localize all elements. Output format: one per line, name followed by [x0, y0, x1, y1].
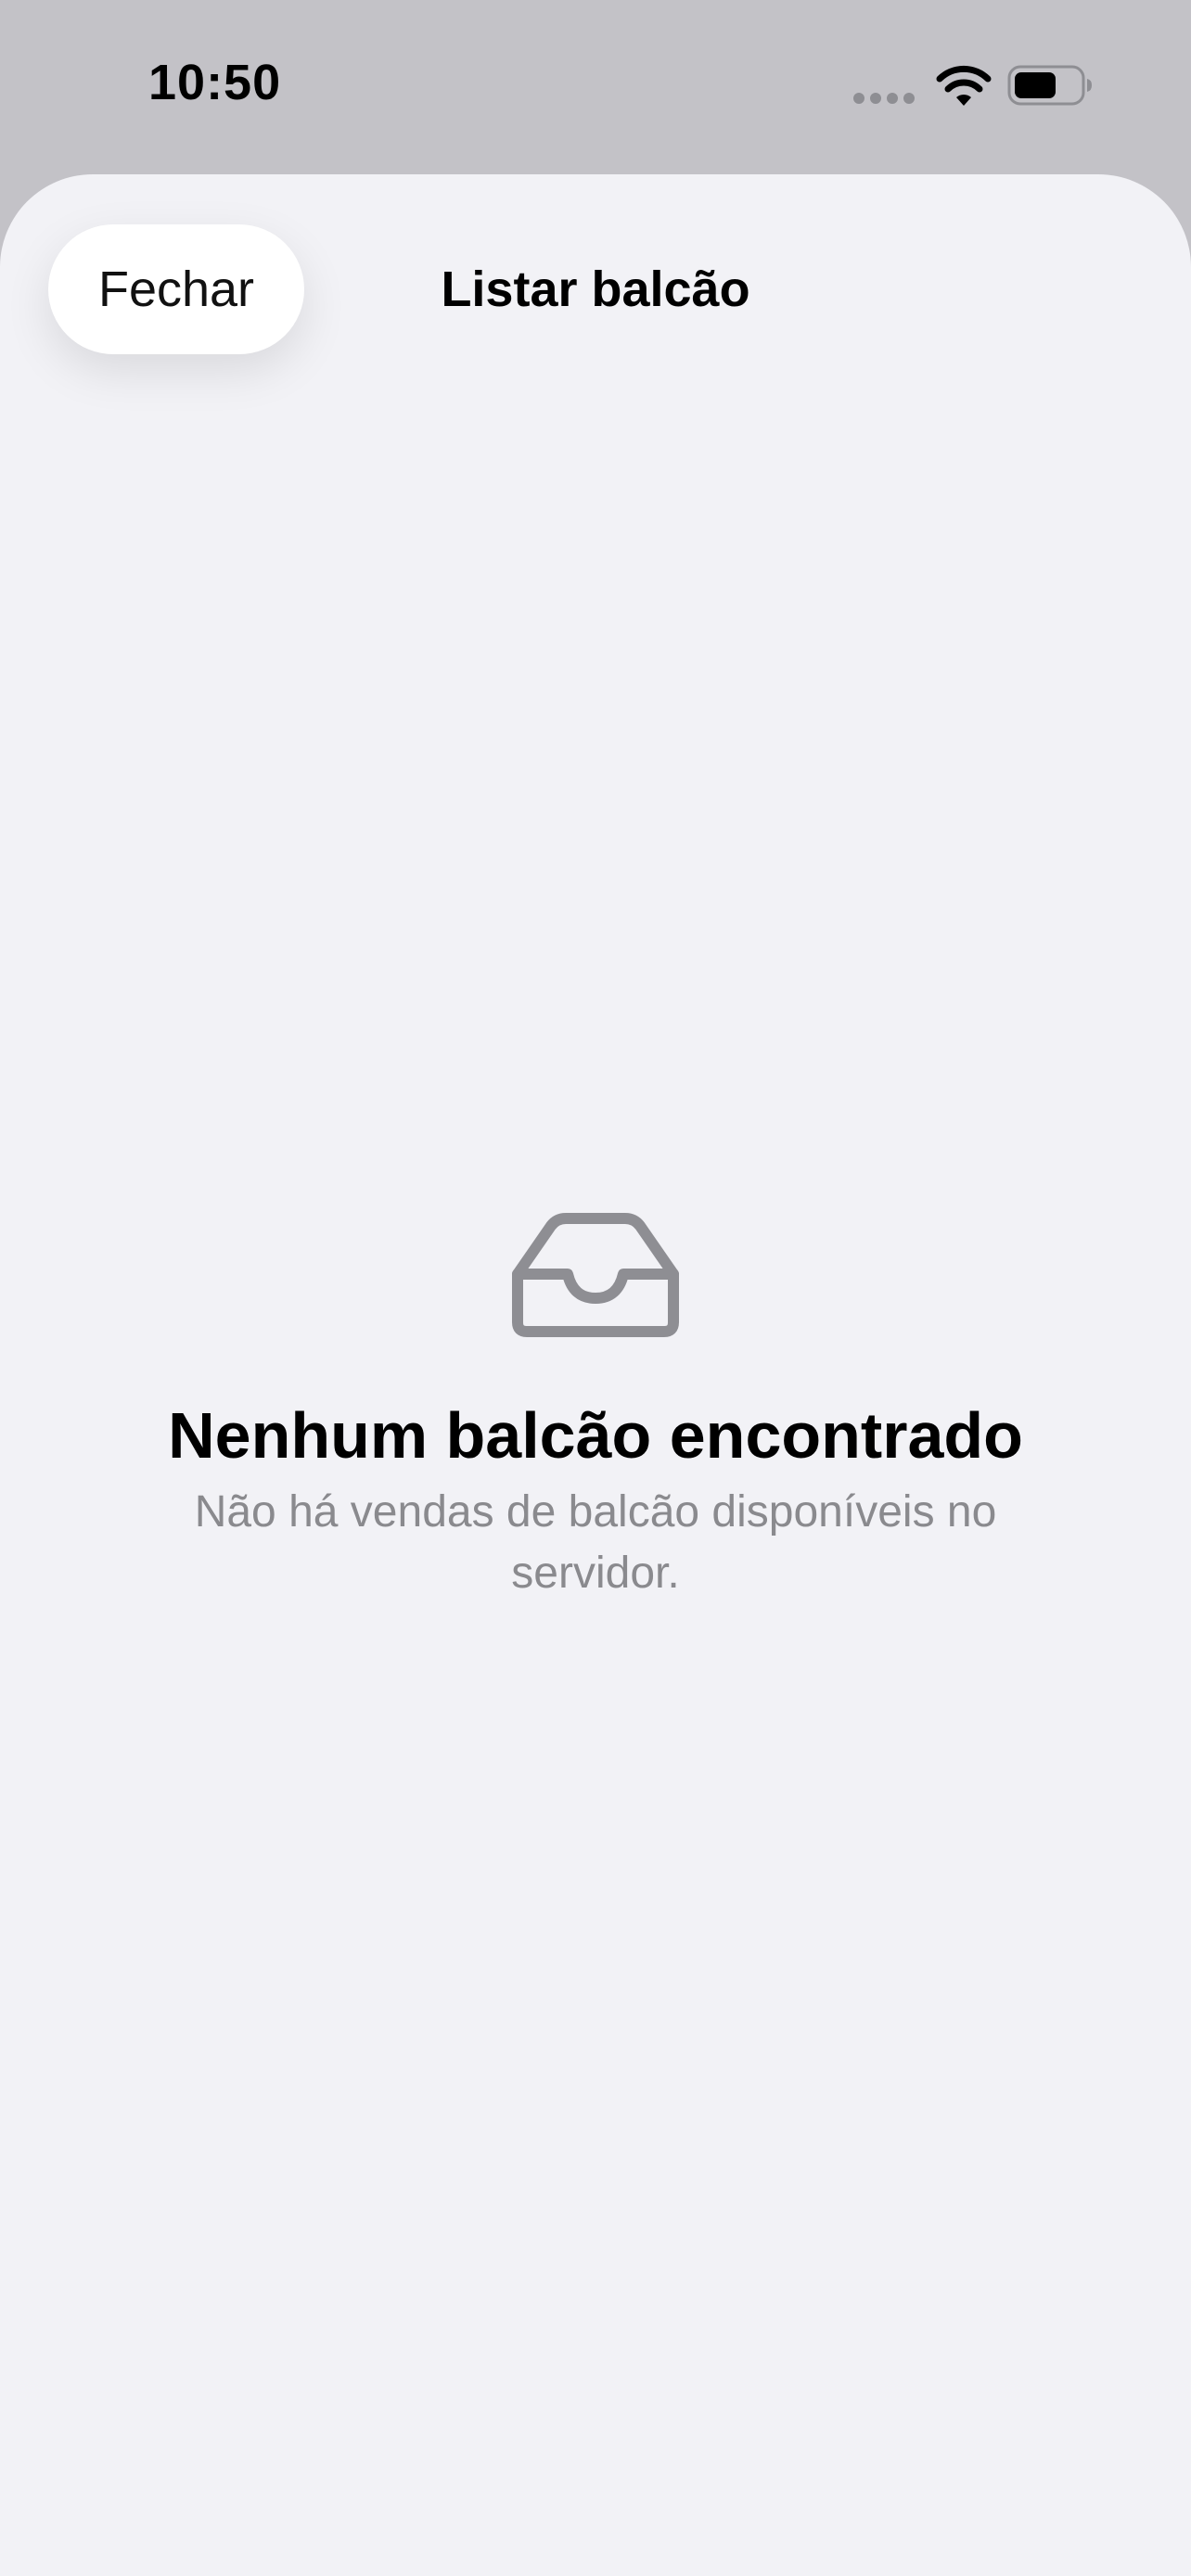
- modal-sheet: Fechar Listar balcão Nenhum balcão encon…: [0, 174, 1191, 2576]
- status-time: 10:50: [148, 55, 282, 110]
- empty-state-title: Nenhum balcão encontrado: [168, 1399, 1023, 1472]
- empty-state: Nenhum balcão encontrado Não há vendas d…: [0, 1213, 1191, 1604]
- status-bar: 10:50: [0, 0, 1191, 172]
- empty-state-message: Não há vendas de balcão disponíveis no s…: [194, 1487, 997, 1598]
- wifi-icon: [936, 65, 992, 106]
- page-title: Listar balcão: [441, 261, 750, 317]
- battery-icon: [1007, 65, 1092, 106]
- inbox-tray-icon: [512, 1213, 679, 1337]
- cellular-signal-icon: [853, 93, 915, 104]
